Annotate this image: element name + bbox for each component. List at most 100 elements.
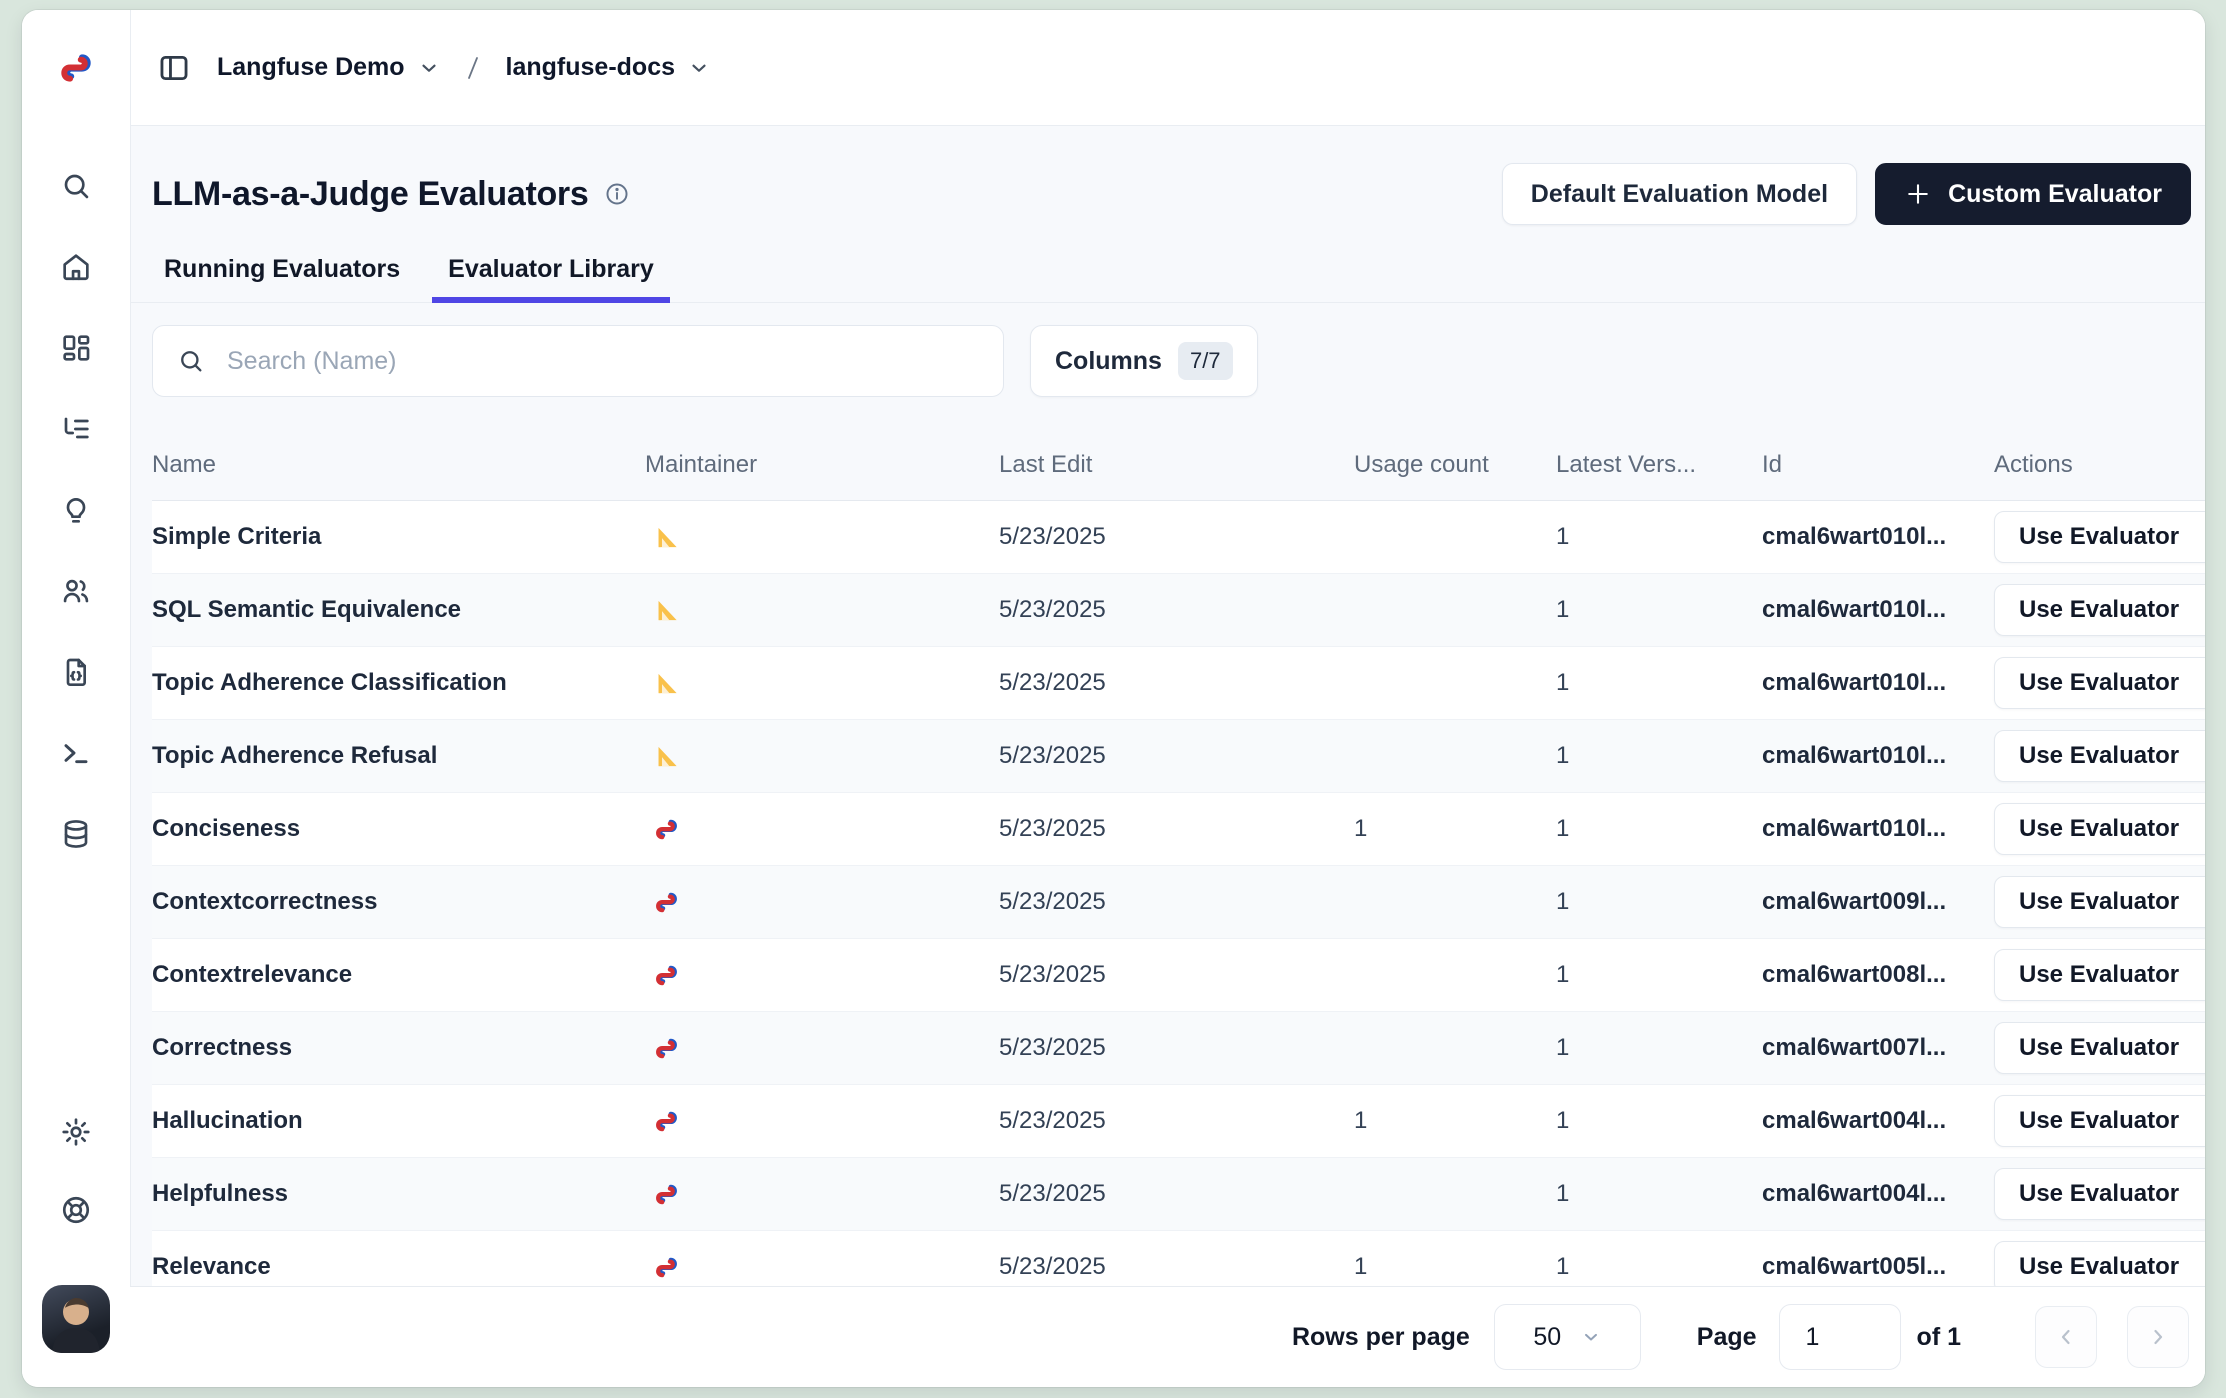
use-evaluator-button[interactable]: Use Evaluator xyxy=(1994,584,2205,636)
home-icon[interactable] xyxy=(59,250,93,284)
evaluator-name: Simple Criteria xyxy=(152,523,645,551)
search-input[interactable] xyxy=(225,346,979,377)
use-evaluator-button[interactable]: Use Evaluator xyxy=(1994,1241,2205,1286)
lightbulb-icon[interactable] xyxy=(59,493,93,527)
latest-version: 1 xyxy=(1556,1034,1762,1062)
use-evaluator-button[interactable]: Use Evaluator xyxy=(1994,730,2205,782)
rows-per-page-select[interactable]: 50 xyxy=(1494,1304,1641,1370)
col-header-maintainer[interactable]: Maintainer xyxy=(645,451,999,479)
table-row[interactable]: Correctness 5/23/2025 1 cma xyxy=(152,1012,2205,1085)
last-edit-date: 5/23/2025 xyxy=(999,1034,1354,1062)
col-header-name[interactable]: Name xyxy=(152,451,645,479)
columns-button[interactable]: Columns 7/7 xyxy=(1030,325,1258,397)
breadcrumb-resource[interactable]: langfuse-docs xyxy=(506,53,710,82)
search-icon[interactable] xyxy=(59,169,93,203)
chevron-left-icon xyxy=(2054,1325,2078,1349)
sidebar xyxy=(22,10,131,1387)
page-total-label: of 1 xyxy=(1917,1323,1961,1352)
previous-page-button[interactable] xyxy=(2035,1306,2097,1368)
table-row[interactable]: Contextrelevance 5/23/2025 1 xyxy=(152,939,2205,1012)
langfuse-maintainer-icon xyxy=(653,1108,680,1135)
evaluator-name: Relevance xyxy=(152,1253,645,1281)
table-row[interactable]: Hallucination 5/23/2025 1 1 xyxy=(152,1085,2205,1158)
col-header-last-edit[interactable]: Last Edit xyxy=(999,451,1354,479)
usage-count: 1 xyxy=(1354,815,1556,843)
next-page-button[interactable] xyxy=(2127,1306,2189,1368)
plus-icon xyxy=(1904,180,1932,208)
ragas-maintainer-icon xyxy=(653,597,680,624)
use-evaluator-button[interactable]: Use Evaluator xyxy=(1994,511,2205,563)
table-row[interactable]: Simple Criteria 5/23/2025 1 xyxy=(152,501,2205,574)
evaluator-id: cmal6wart005l... xyxy=(1762,1253,1994,1281)
table-row[interactable]: Conciseness 5/23/2025 1 1 cm xyxy=(152,793,2205,866)
evaluator-id: cmal6wart010l... xyxy=(1762,815,1994,843)
actions-cell: Use Evaluator xyxy=(1994,949,2205,1001)
actions-cell: Use Evaluator xyxy=(1994,1168,2205,1220)
last-edit-date: 5/23/2025 xyxy=(999,888,1354,916)
last-edit-date: 5/23/2025 xyxy=(999,596,1354,624)
actions-cell: Use Evaluator xyxy=(1994,876,2205,928)
col-header-usage-count[interactable]: Usage count xyxy=(1354,451,1556,479)
evaluator-name: Contextrelevance xyxy=(152,961,645,989)
table-row[interactable]: Helpfulness 5/23/2025 1 cma xyxy=(152,1158,2205,1231)
use-evaluator-button[interactable]: Use Evaluator xyxy=(1994,949,2205,1001)
maintainer-cell xyxy=(645,1108,999,1135)
use-evaluator-button[interactable]: Use Evaluator xyxy=(1994,1022,2205,1074)
search-box xyxy=(152,325,1004,397)
table-toolbar: Columns 7/7 xyxy=(130,325,2205,397)
app-window: Langfuse Demo langfuse-docs LLM-as-a-Jud… xyxy=(22,10,2205,1387)
actions-cell: Use Evaluator xyxy=(1994,657,2205,709)
users-icon[interactable] xyxy=(59,574,93,608)
last-edit-date: 5/23/2025 xyxy=(999,523,1354,551)
default-evaluation-model-button[interactable]: Default Evaluation Model xyxy=(1502,163,1857,225)
database-icon[interactable] xyxy=(59,817,93,851)
table-row[interactable]: Topic Adherence Refusal 5/23/2025 1 xyxy=(152,720,2205,793)
custom-evaluator-button[interactable]: Custom Evaluator xyxy=(1875,163,2191,225)
page-header: LLM-as-a-Judge Evaluators Default Evalua… xyxy=(130,125,2205,225)
table-row[interactable]: Relevance 5/23/2025 1 1 cmal xyxy=(152,1231,2205,1286)
langfuse-maintainer-icon xyxy=(653,1181,680,1208)
use-evaluator-button[interactable]: Use Evaluator xyxy=(1994,876,2205,928)
evaluator-id: cmal6wart007l... xyxy=(1762,1034,1994,1062)
tree-list-icon[interactable] xyxy=(59,412,93,446)
breadcrumb-project[interactable]: Langfuse Demo xyxy=(217,53,440,82)
lifebuoy-icon[interactable] xyxy=(59,1193,93,1227)
use-evaluator-button[interactable]: Use Evaluator xyxy=(1994,1168,2205,1220)
table-row[interactable]: SQL Semantic Equivalence 5/23/2025 xyxy=(152,574,2205,647)
latest-version: 1 xyxy=(1556,961,1762,989)
col-header-id[interactable]: Id xyxy=(1762,451,1994,479)
user-avatar[interactable] xyxy=(42,1285,110,1353)
last-edit-date: 5/23/2025 xyxy=(999,1107,1354,1135)
latest-version: 1 xyxy=(1556,1253,1762,1281)
page-number-input[interactable] xyxy=(1779,1304,1901,1370)
evaluator-name: Correctness xyxy=(152,1034,645,1062)
langfuse-maintainer-icon xyxy=(653,889,680,916)
use-evaluator-button[interactable]: Use Evaluator xyxy=(1994,657,2205,709)
ragas-maintainer-icon xyxy=(653,670,680,697)
use-evaluator-button[interactable]: Use Evaluator xyxy=(1994,1095,2205,1147)
latest-version: 1 xyxy=(1556,669,1762,697)
col-header-latest-version[interactable]: Latest Vers... xyxy=(1556,451,1762,479)
panel-left-toggle-icon[interactable] xyxy=(155,49,193,87)
evaluator-name: Contextcorrectness xyxy=(152,888,645,916)
evaluator-name: SQL Semantic Equivalence xyxy=(152,596,645,624)
usage-count: 1 xyxy=(1354,1253,1556,1281)
langfuse-logo[interactable] xyxy=(22,10,130,125)
latest-version: 1 xyxy=(1556,523,1762,551)
gear-icon[interactable] xyxy=(59,1115,93,1149)
use-evaluator-button[interactable]: Use Evaluator xyxy=(1994,803,2205,855)
file-braces-icon[interactable] xyxy=(59,655,93,689)
dashboard-grid-icon[interactable] xyxy=(59,331,93,365)
terminal-icon[interactable] xyxy=(59,736,93,770)
evaluator-name: Topic Adherence Refusal xyxy=(152,742,645,770)
evaluator-id: cmal6wart010l... xyxy=(1762,523,1994,551)
table-row[interactable]: Contextcorrectness 5/23/2025 1 xyxy=(152,866,2205,939)
ragas-maintainer-icon xyxy=(653,743,680,770)
table-row[interactable]: Topic Adherence Classification 5/23/2025 xyxy=(152,647,2205,720)
maintainer-cell xyxy=(645,743,999,770)
tab-evaluator-library[interactable]: Evaluator Library xyxy=(432,255,670,302)
info-icon[interactable] xyxy=(604,181,630,207)
sidebar-bottom xyxy=(42,1115,110,1353)
latest-version: 1 xyxy=(1556,596,1762,624)
tab-running-evaluators[interactable]: Running Evaluators xyxy=(152,255,416,302)
